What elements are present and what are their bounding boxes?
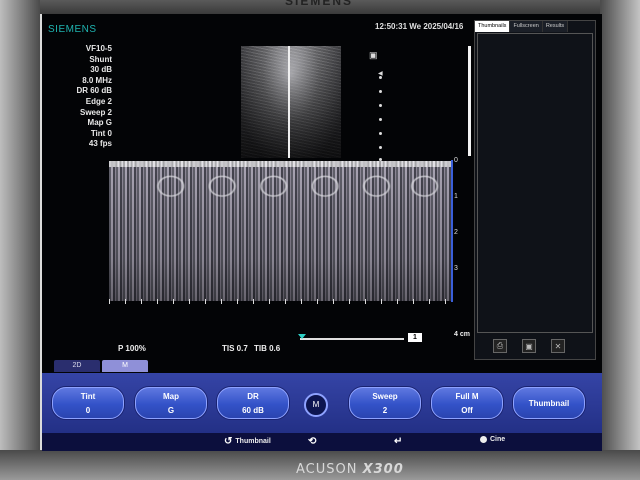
depth-dot bbox=[379, 76, 382, 79]
param-preset: Shunt bbox=[89, 54, 112, 64]
depth-readout: 4 cm bbox=[454, 331, 470, 338]
time-scale-ticks bbox=[109, 299, 452, 304]
model-name: ACUSON bbox=[296, 462, 358, 477]
cine-indicator-icon bbox=[480, 436, 487, 443]
gray-scale-bar bbox=[468, 46, 471, 156]
softkey-title: DR bbox=[247, 391, 259, 401]
depth-scale-bar bbox=[451, 160, 453, 302]
tis-readout: TIS 0.7 bbox=[222, 344, 248, 353]
depth-tick: 1 bbox=[454, 193, 458, 200]
cine-slider-thumb[interactable] bbox=[298, 334, 306, 339]
cine-button[interactable]: Cine bbox=[480, 436, 505, 443]
cine-slider-track[interactable] bbox=[300, 338, 404, 340]
tab-fullscreen[interactable]: Fullscreen bbox=[510, 21, 543, 32]
depth-dot bbox=[379, 118, 382, 121]
softkey-value: 60 dB bbox=[242, 405, 264, 415]
print-icon[interactable]: ⎙ bbox=[493, 339, 507, 353]
param-gain: 30 dB bbox=[90, 65, 112, 75]
rotate-icon: ↺ bbox=[224, 436, 233, 447]
mode-tabs: 2D M bbox=[54, 360, 148, 372]
thumbnail-label: Thumbnail bbox=[235, 438, 271, 445]
bezel-brand: SIEMENS bbox=[285, 0, 354, 8]
cine-frame-counter: 1 bbox=[408, 333, 422, 342]
tab-results[interactable]: Results bbox=[542, 21, 569, 32]
depth-tick: 0 bbox=[454, 157, 458, 164]
panel-tabs: Thumbnails Fullscreen Results bbox=[475, 21, 595, 32]
softkey-title: Full M bbox=[455, 391, 479, 401]
tib-readout: TIB 0.6 bbox=[254, 344, 281, 353]
return-icon: ↵ bbox=[394, 436, 403, 447]
param-frame-rate: 43 fps bbox=[88, 139, 112, 149]
depth-dot bbox=[379, 104, 382, 107]
softkey-title: Thumbnail bbox=[528, 398, 570, 408]
bottom-status-bar: ↺ Thumbnail ⟲ ↵ Cine bbox=[42, 433, 602, 451]
softkey-value: 2 bbox=[382, 405, 388, 415]
softkey-title: Tint bbox=[80, 391, 96, 401]
m-mode-button[interactable]: M bbox=[304, 393, 328, 417]
softkey-title: Sweep bbox=[372, 391, 398, 401]
model-number: X300 bbox=[362, 462, 404, 477]
param-dynamic-range: DR 60 dB bbox=[76, 86, 112, 96]
tab-2d[interactable]: 2D bbox=[54, 360, 100, 372]
param-sweep: Sweep 2 bbox=[79, 107, 112, 117]
cycle-button[interactable]: ⟲ bbox=[308, 436, 316, 447]
sweep-softkey[interactable]: Sweep 2 bbox=[349, 387, 421, 419]
delete-icon[interactable]: ✕ bbox=[551, 339, 565, 353]
param-edge: Edge 2 bbox=[85, 96, 112, 106]
softkey-value: Off bbox=[461, 405, 473, 415]
softkey-value: 0 bbox=[85, 405, 91, 415]
tab-thumbnails[interactable]: Thumbnails bbox=[475, 21, 511, 32]
model-label: ACUSON X300 bbox=[296, 462, 404, 477]
m-line-cursor[interactable] bbox=[288, 46, 290, 158]
thumbnail-toggle[interactable]: ↺ Thumbnail bbox=[224, 436, 271, 447]
monitor-bezel-left bbox=[0, 0, 40, 480]
softkey-bar: Tint 0 Map G DR 60 dB M Sweep 2 Full M O… bbox=[42, 373, 602, 433]
full-m-softkey[interactable]: Full M Off bbox=[431, 387, 503, 419]
return-button[interactable]: ↵ bbox=[394, 436, 402, 447]
thumbnail-softkey[interactable]: Thumbnail bbox=[513, 387, 585, 419]
screen-brand: SIEMENS bbox=[48, 24, 97, 35]
m-mode-trace[interactable] bbox=[109, 161, 452, 301]
param-tint: Tint 0 bbox=[90, 128, 112, 138]
save-icon[interactable]: ▣ bbox=[522, 339, 536, 353]
clock: 12:50:31 We 2025/04/16 bbox=[375, 22, 464, 31]
param-map: Map G bbox=[87, 118, 112, 128]
depth-dot bbox=[379, 146, 382, 149]
power-readout: P 100% bbox=[118, 344, 146, 353]
imaging-params: VF10-5 Shunt 30 dB 8.0 MHz DR 60 dB Edge… bbox=[76, 44, 112, 150]
depth-dot bbox=[379, 132, 382, 135]
tab-m-mode[interactable]: M bbox=[102, 360, 148, 372]
dr-softkey[interactable]: DR 60 dB bbox=[217, 387, 289, 419]
depth-tick: 3 bbox=[454, 265, 458, 272]
monitor-bezel-right bbox=[600, 0, 640, 480]
panel-actions: ⎙ ▣ ✕ bbox=[493, 339, 565, 353]
thumbnail-area bbox=[477, 33, 593, 333]
softkey-value: G bbox=[167, 405, 175, 415]
depth-dot bbox=[379, 90, 382, 93]
tint-softkey[interactable]: Tint 0 bbox=[52, 387, 124, 419]
cycle-icon: ⟲ bbox=[308, 436, 317, 447]
depth-tick: 2 bbox=[454, 229, 458, 236]
param-frequency: 8.0 MHz bbox=[82, 75, 112, 85]
softkey-title: Map bbox=[163, 391, 179, 401]
orientation-marker-icon: ▣ bbox=[369, 50, 378, 60]
depth-dots bbox=[379, 64, 383, 164]
param-transducer: VF10-5 bbox=[85, 44, 112, 53]
ultrasound-screen: SIEMENS 12:50:31 We 2025/04/16 VF10-5 Sh… bbox=[42, 14, 602, 451]
b-mode-image[interactable] bbox=[241, 46, 341, 158]
thumbnail-panel: Thumbnails Fullscreen Results ⎙ ▣ ✕ bbox=[474, 20, 596, 360]
cine-label: Cine bbox=[490, 436, 506, 443]
map-softkey[interactable]: Map G bbox=[135, 387, 207, 419]
